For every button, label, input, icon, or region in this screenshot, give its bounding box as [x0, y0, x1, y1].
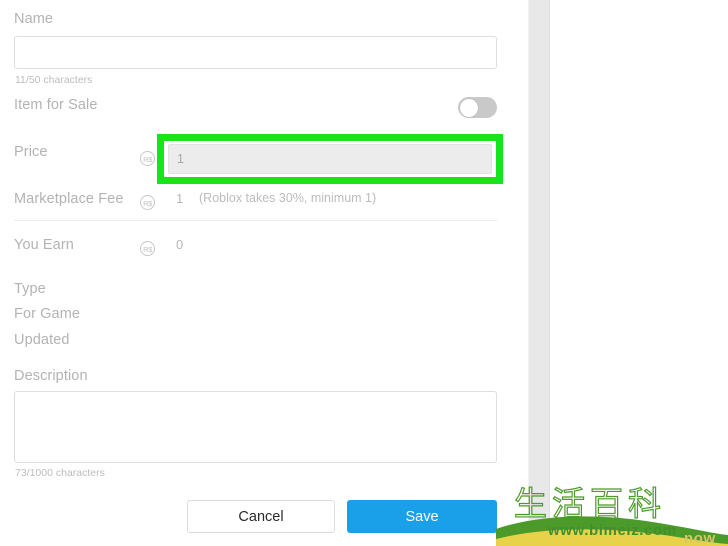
cancel-button[interactable]: Cancel	[187, 500, 335, 533]
robux-icon: R$	[140, 195, 155, 210]
right-blank-area	[550, 0, 728, 546]
price-label: Price	[14, 144, 48, 160]
section-divider	[14, 220, 497, 221]
description-label: Description	[14, 368, 88, 384]
for-game-label: For Game	[14, 306, 81, 322]
robux-icon: R$	[140, 151, 155, 166]
name-character-counter: 11/50 characters	[15, 74, 93, 86]
screen-root: Name 11/50 characters Item for Sale Pric…	[0, 0, 728, 546]
item-settings-form: Name 11/50 characters Item for Sale Pric…	[0, 0, 528, 546]
marketplace-fee-note: (Roblox takes 30%, minimum 1)	[199, 191, 377, 205]
marketplace-fee-label: Marketplace Fee	[14, 191, 124, 207]
vertical-scrollbar[interactable]	[528, 0, 550, 546]
description-input[interactable]	[14, 391, 497, 463]
robux-icon: R$	[140, 241, 155, 256]
price-input[interactable]	[168, 144, 492, 174]
save-button[interactable]: Save	[347, 500, 497, 533]
toggle-knob	[459, 98, 478, 117]
description-character-counter: 73/1000 characters	[15, 467, 105, 479]
name-input[interactable]	[14, 36, 497, 69]
marketplace-fee-value: 1	[176, 191, 184, 206]
updated-label: Updated	[14, 332, 70, 348]
item-for-sale-label: Item for Sale	[14, 97, 98, 113]
item-for-sale-toggle[interactable]	[458, 97, 497, 118]
you-earn-label: You Earn	[14, 237, 74, 253]
you-earn-value: 0	[176, 237, 184, 252]
type-label: Type	[14, 281, 46, 297]
name-label: Name	[14, 11, 54, 27]
